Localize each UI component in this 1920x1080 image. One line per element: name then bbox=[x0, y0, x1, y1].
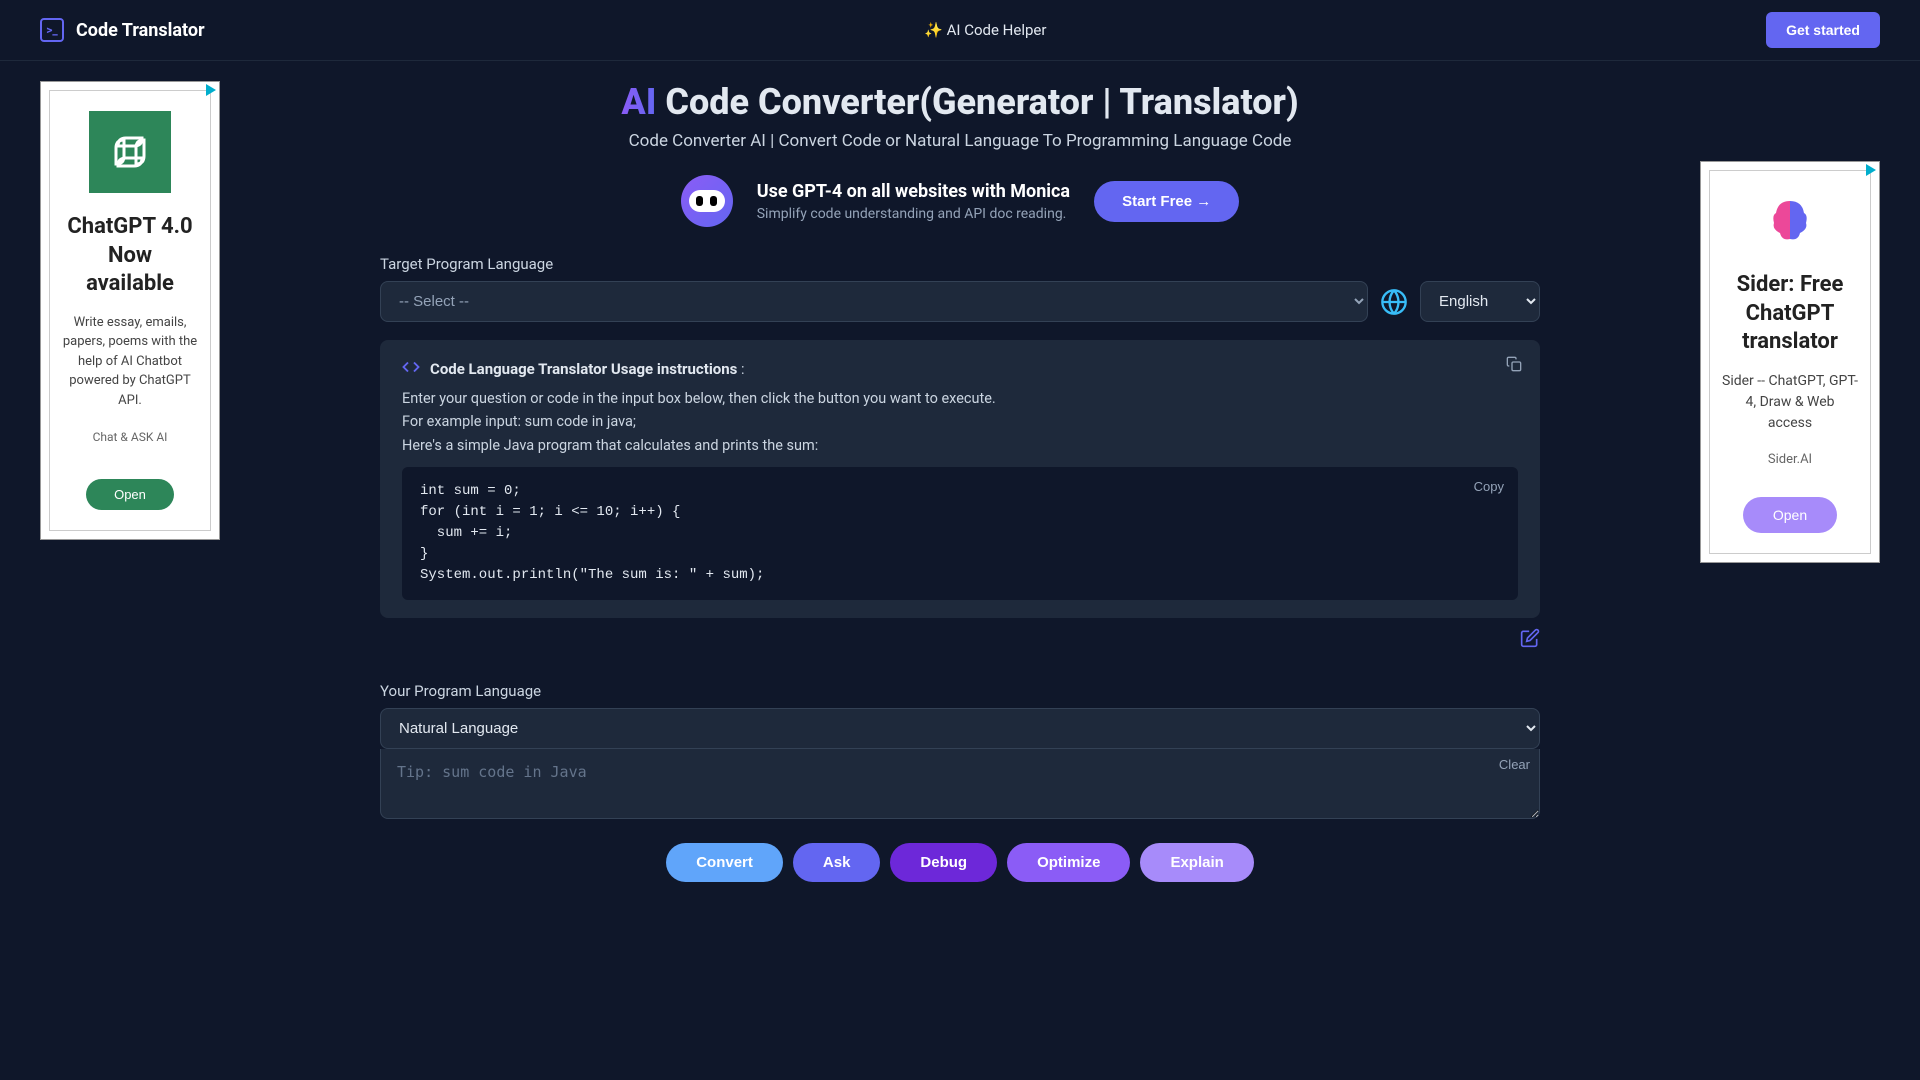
promo-cta-button[interactable]: Start Free → bbox=[1094, 181, 1239, 222]
edit-row bbox=[380, 628, 1540, 652]
convert-button[interactable]: Convert bbox=[666, 843, 783, 882]
input-area-wrap: Clear bbox=[380, 749, 1540, 823]
target-row: -- Select -- English bbox=[380, 281, 1540, 322]
headline-rest: Code Converter(Generator | Translator) bbox=[656, 81, 1298, 123]
action-row: Convert Ask Debug Optimize Explain bbox=[380, 843, 1540, 882]
edit-icon[interactable] bbox=[1520, 628, 1540, 652]
header: >_ Code Translator ✨ AI Code Helper Get … bbox=[0, 0, 1920, 61]
header-center-link[interactable]: ✨ AI Code Helper bbox=[924, 21, 1046, 39]
headline: AI Code Converter(Generator | Translator… bbox=[380, 81, 1540, 123]
ad-right: Sider: Free ChatGPT translator Sider -- … bbox=[1700, 161, 1880, 882]
copy-icon[interactable] bbox=[1506, 356, 1522, 376]
code-text: int sum = 0; for (int i = 1; i <= 10; i+… bbox=[420, 483, 764, 583]
instructions-line-2: For example input: sum code in java; bbox=[402, 410, 1518, 433]
promo-title: Use GPT-4 on all websites with Monica bbox=[757, 181, 1070, 202]
ad-left-title: ChatGPT 4.0 Now available bbox=[62, 213, 198, 299]
ask-button[interactable]: Ask bbox=[793, 843, 881, 882]
target-language-select[interactable]: -- Select -- bbox=[380, 281, 1368, 322]
instructions-line-3: Here's a simple Java program that calcul… bbox=[402, 434, 1518, 457]
ad-right-open-button[interactable]: Open bbox=[1743, 497, 1837, 533]
ad-right-sub: Sider.AI bbox=[1722, 452, 1858, 467]
optimize-button[interactable]: Optimize bbox=[1007, 843, 1130, 882]
terminal-icon: >_ bbox=[40, 18, 64, 42]
ad-content-right: Sider: Free ChatGPT translator Sider -- … bbox=[1709, 170, 1871, 554]
instructions-line-1: Enter your question or code in the input… bbox=[402, 387, 1518, 410]
your-language-select[interactable]: Natural Language bbox=[380, 708, 1540, 749]
ad-box-right[interactable]: Sider: Free ChatGPT translator Sider -- … bbox=[1700, 161, 1880, 563]
page-container: ChatGPT 4.0 Now available Write essay, e… bbox=[0, 61, 1920, 902]
get-started-button[interactable]: Get started bbox=[1766, 12, 1880, 48]
clear-button[interactable]: Clear bbox=[1499, 757, 1530, 772]
code-input[interactable] bbox=[380, 749, 1540, 819]
adchoices-icon[interactable] bbox=[203, 82, 219, 101]
ad-right-body: Sider -- ChatGPT, GPT-4, Draw & Web acce… bbox=[1722, 371, 1858, 434]
brain-icon bbox=[1760, 191, 1820, 251]
chatgpt-knot-icon bbox=[89, 111, 171, 193]
ad-left-sub: Chat & ASK AI bbox=[62, 430, 198, 444]
headline-ai: AI bbox=[621, 81, 656, 123]
ad-left-open-button[interactable]: Open bbox=[86, 479, 174, 510]
subhead: Code Converter AI | Convert Code or Natu… bbox=[380, 131, 1540, 151]
debug-button[interactable]: Debug bbox=[890, 843, 997, 882]
instructions-colon: : bbox=[737, 361, 744, 378]
promo-sub: Simplify code understanding and API doc … bbox=[757, 206, 1070, 222]
target-label: Target Program Language bbox=[380, 255, 1540, 273]
ad-box-left[interactable]: ChatGPT 4.0 Now available Write essay, e… bbox=[40, 81, 220, 540]
globe-icon[interactable] bbox=[1380, 288, 1408, 316]
code-icon bbox=[402, 358, 420, 381]
your-language-label: Your Program Language bbox=[380, 682, 1540, 700]
instructions-title: Code Language Translator Usage instructi… bbox=[430, 360, 737, 378]
example-code-block: Copy int sum = 0; for (int i = 1; i <= 10… bbox=[402, 467, 1518, 600]
main-content: AI Code Converter(Generator | Translator… bbox=[380, 81, 1540, 882]
interface-language-select[interactable]: English bbox=[1420, 281, 1540, 322]
ad-right-title: Sider: Free ChatGPT translator bbox=[1722, 271, 1858, 357]
ad-content-left: ChatGPT 4.0 Now available Write essay, e… bbox=[49, 90, 211, 531]
explain-button[interactable]: Explain bbox=[1140, 843, 1253, 882]
instructions-box: Code Language Translator Usage instructi… bbox=[380, 340, 1540, 618]
adchoices-icon[interactable] bbox=[1863, 162, 1879, 181]
logo-text: Code Translator bbox=[76, 20, 205, 41]
promo-banner: Use GPT-4 on all websites with Monica Si… bbox=[380, 175, 1540, 227]
promo-text: Use GPT-4 on all websites with Monica Si… bbox=[757, 181, 1070, 222]
ad-left-body: Write essay, emails, papers, poems with … bbox=[62, 313, 198, 411]
copy-code-button[interactable]: Copy bbox=[1474, 477, 1504, 497]
logo-group[interactable]: >_ Code Translator bbox=[40, 18, 205, 42]
ad-left: ChatGPT 4.0 Now available Write essay, e… bbox=[40, 81, 220, 882]
monica-icon bbox=[681, 175, 733, 227]
instructions-header: Code Language Translator Usage instructi… bbox=[402, 358, 1518, 381]
